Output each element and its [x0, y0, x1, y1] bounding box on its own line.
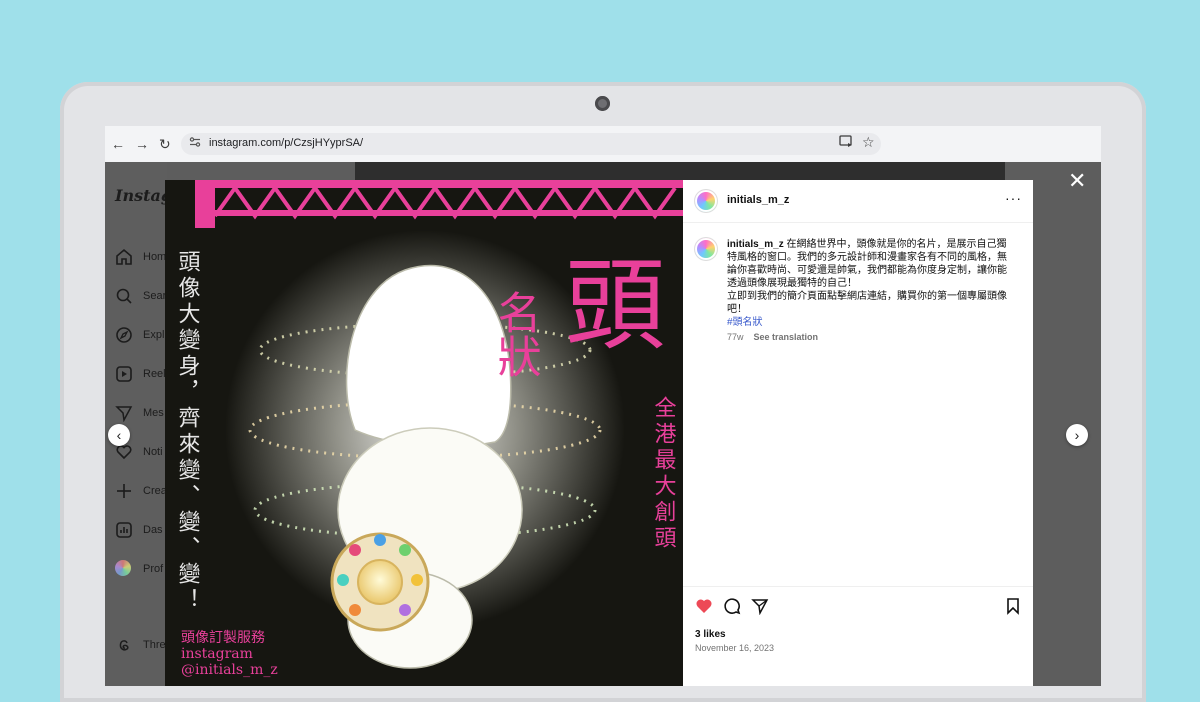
hashtag-link[interactable]: #頭名狀: [727, 317, 763, 328]
address-bar[interactable]: instagram.com/p/CzsjHYyprSA/: [181, 133, 881, 155]
post-date: November 16, 2023: [695, 643, 775, 653]
instagram-logo[interactable]: Instag: [115, 186, 172, 205]
caption-avatar[interactable]: [695, 238, 717, 260]
post-caption: initials_m_z 在網絡世界中，頭像就是你的名片，是展示自己獨特風格的窗…: [727, 238, 1007, 329]
sidebar-item-label: Prof: [143, 563, 164, 575]
caption-username[interactable]: initials_m_z: [727, 239, 784, 250]
reels-icon: [116, 366, 132, 382]
screen: ← → ↻ instagram.com/p/CzsjHYyprSA/ ☆ Ins…: [105, 126, 1101, 686]
share-icon[interactable]: [751, 597, 769, 619]
cast-icon[interactable]: [839, 134, 853, 151]
artwork-platform: instagram: [181, 646, 253, 662]
avatar-icon: [115, 560, 131, 576]
comment-icon[interactable]: [723, 597, 741, 619]
sidebar-item-label: Sear: [143, 290, 167, 302]
see-translation-link[interactable]: See translation: [754, 332, 819, 342]
artwork-title-side: 名狀: [490, 290, 541, 378]
background-grid: [355, 162, 1005, 180]
artwork-handle: @initials_m_z: [181, 662, 278, 678]
author-username[interactable]: initials_m_z: [727, 194, 789, 206]
sidebar-item-label: Reel: [143, 368, 166, 380]
post-details-panel: initials_m_z ··· initials_m_z 在網絡世界中，頭像就…: [683, 180, 1033, 686]
close-icon[interactable]: ✕: [1068, 170, 1086, 192]
artwork-slogan: 頭像大變身，齊來變、變、變！: [175, 250, 201, 614]
artwork-service: 頭像訂製服務: [181, 630, 265, 646]
post-artwork: 頭 名狀 頭像大變身，齊來變、變、變！ 全港最大創頭 頭像訂製服務 instag…: [175, 180, 683, 678]
site-settings-icon[interactable]: [189, 136, 201, 151]
like-heart-icon[interactable]: [695, 597, 713, 619]
post-actions: 3 likes November 16, 2023: [683, 586, 1033, 686]
post-header: initials_m_z ···: [683, 180, 1033, 223]
sidebar-item-label: Thre: [143, 639, 166, 651]
chart-icon: [116, 522, 132, 538]
reload-icon[interactable]: ↻: [159, 135, 171, 153]
send-icon: [115, 406, 133, 422]
caption-text-2: 立即到我們的簡介頁面點擊網店連結，購買你的第一個專屬頭像吧！: [727, 291, 1007, 315]
bookmark-star-icon[interactable]: ☆: [862, 134, 875, 151]
save-bookmark-icon[interactable]: [1005, 597, 1021, 619]
sidebar-item-label: Expl: [143, 329, 165, 341]
caption-meta: 77w See translation: [727, 332, 818, 342]
post-image: 頭 名狀 頭像大變身，齊來變、變、變！ 全港最大創頭 頭像訂製服務 instag…: [165, 180, 683, 686]
sidebar-item-label: Noti: [143, 446, 163, 458]
post-age: 77w: [727, 332, 744, 342]
sidebar-item-label: Hom: [143, 251, 167, 263]
sidebar-item-label: Crea: [143, 485, 167, 497]
author-avatar[interactable]: [695, 190, 717, 212]
home-icon: [116, 248, 132, 265]
next-post-button[interactable]: ›: [1066, 424, 1088, 446]
previous-post-button[interactable]: ‹: [108, 424, 130, 446]
plus-icon: [117, 484, 131, 498]
threads-icon: [119, 640, 129, 651]
forward-icon[interactable]: →: [135, 135, 149, 153]
browser-toolbar: ← → ↻ instagram.com/p/CzsjHYyprSA/ ☆: [105, 126, 1101, 163]
compass-icon: [116, 327, 132, 343]
likes-count[interactable]: 3 likes: [695, 629, 726, 640]
artwork-tagline: 全港最大創頭: [651, 396, 677, 552]
back-icon[interactable]: ←: [111, 135, 125, 153]
more-options-icon[interactable]: ···: [1005, 190, 1022, 206]
artwork-title-top: 頭: [565, 247, 665, 364]
sidebar-item-label: Mes: [143, 407, 164, 419]
url-text[interactable]: instagram.com/p/CzsjHYyprSA/: [209, 137, 363, 149]
search-icon: [116, 288, 132, 304]
sidebar-item-label: Das: [143, 524, 163, 536]
webcam: [595, 96, 610, 111]
